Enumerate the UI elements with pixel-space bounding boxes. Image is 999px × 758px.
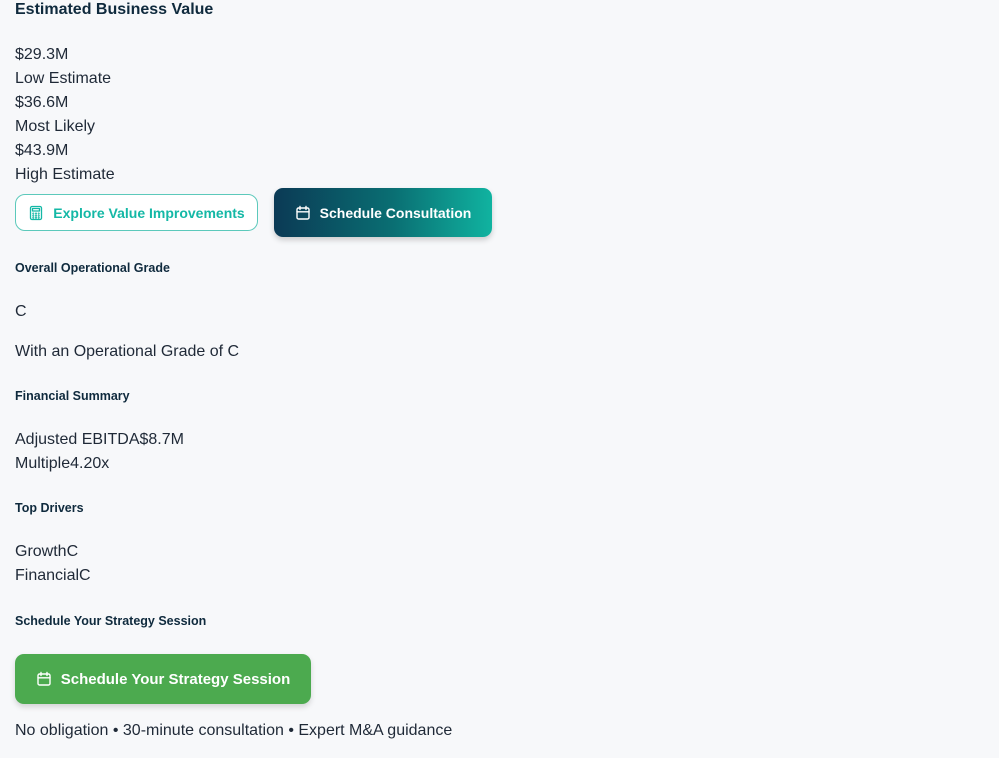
calendar-icon [295, 205, 311, 221]
top-drivers-heading: Top Drivers [15, 501, 84, 515]
grade-description: With an Operational Grade of C [15, 343, 240, 360]
schedule-strategy-session-button[interactable]: Schedule Your Strategy Session [15, 654, 311, 704]
high-estimate-value: $43.9M [15, 142, 69, 159]
valuation-title: Estimated Business Value [15, 1, 214, 18]
adjusted-ebitda-line: Adjusted EBITDA$8.7M [15, 431, 184, 448]
consultation-footnote: No obligation • 30-minute consultation •… [15, 722, 453, 739]
grade-value: C [15, 303, 27, 320]
explore-value-improvements-button[interactable]: Explore Value Improvements [15, 194, 258, 231]
most-likely-value: $36.6M [15, 94, 69, 111]
low-estimate-value: $29.3M [15, 46, 69, 63]
grade-heading: Overall Operational Grade [15, 261, 170, 275]
low-estimate-label: Low Estimate [15, 70, 112, 87]
high-estimate-label: High Estimate [15, 166, 115, 183]
most-likely-label: Most Likely [15, 118, 96, 135]
driver-item-growth: GrowthC [15, 543, 79, 560]
schedule-consultation-button[interactable]: Schedule Consultation [274, 188, 492, 237]
calendar-icon [36, 671, 52, 687]
calculator-icon [28, 205, 44, 221]
driver-item-financial: FinancialC [15, 567, 91, 584]
schedule-consultation-label: Schedule Consultation [319, 204, 472, 221]
explore-button-label: Explore Value Improvements [53, 204, 245, 221]
strategy-session-button-label: Schedule Your Strategy Session [60, 670, 291, 688]
financial-summary-heading: Financial Summary [15, 389, 130, 403]
strategy-session-heading: Schedule Your Strategy Session [15, 614, 207, 628]
multiple-line: Multiple4.20x [15, 455, 110, 472]
